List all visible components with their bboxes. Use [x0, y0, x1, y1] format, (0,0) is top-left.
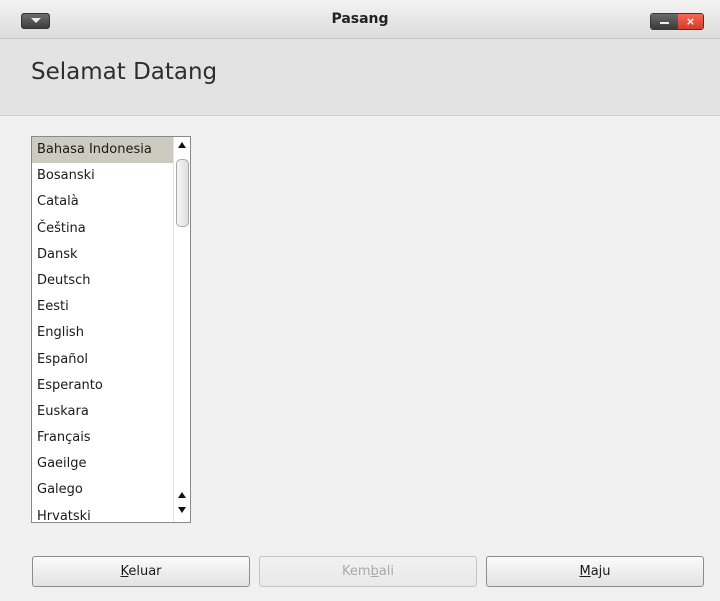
language-item[interactable]: Español — [32, 347, 173, 373]
language-item[interactable]: Dansk — [32, 242, 173, 268]
back-button[interactable]: Kembali — [259, 556, 477, 587]
language-item[interactable]: Esperanto — [32, 373, 173, 399]
language-list-items: Bahasa Indonesia Bosanski Català Čeština Dan… — [32, 137, 173, 522]
back-mnemonic: b — [370, 564, 379, 579]
back-label-rest: ali — [378, 564, 394, 579]
back-label-pre: Kem — [341, 564, 371, 579]
language-item[interactable]: Euskara — [32, 399, 173, 425]
forward-button[interactable]: Maju — [486, 556, 704, 587]
window-controls: × — [650, 13, 704, 30]
language-item[interactable]: Bahasa Indonesia — [32, 137, 173, 164]
language-item[interactable]: Čeština — [32, 216, 173, 242]
language-item[interactable]: Gaeilge — [32, 451, 173, 477]
scrollbar-thumb[interactable] — [176, 159, 189, 227]
page-title: Selamat Datang — [31, 59, 218, 85]
close-icon[interactable]: × — [678, 14, 703, 29]
language-item[interactable]: Bosanski — [32, 163, 173, 189]
minimize-icon[interactable] — [651, 14, 678, 29]
language-item[interactable]: English — [32, 320, 173, 346]
language-item[interactable]: Eesti — [32, 294, 173, 320]
language-list-scrollbar[interactable] — [173, 137, 190, 522]
forward-mnemonic: M — [579, 564, 591, 579]
quit-button[interactable]: Keluar — [32, 556, 250, 587]
forward-label-rest: aju — [590, 564, 611, 579]
window-titlebar: Pasang × — [0, 0, 720, 39]
language-item[interactable]: Français — [32, 425, 173, 451]
arrow-up-icon[interactable] — [178, 142, 186, 148]
arrow-up-icon[interactable] — [178, 492, 186, 498]
arrow-down-icon[interactable] — [178, 507, 186, 513]
window-title: Pasang — [331, 11, 389, 27]
language-item[interactable]: Hrvatski — [32, 504, 173, 522]
language-item[interactable]: Català — [32, 189, 173, 215]
language-list[interactable]: Bahasa Indonesia Bosanski Català Čeština Dan… — [31, 136, 191, 523]
language-item[interactable]: Galego — [32, 477, 173, 503]
quit-label-rest: eluar — [128, 564, 162, 579]
language-item[interactable]: Deutsch — [32, 268, 173, 294]
